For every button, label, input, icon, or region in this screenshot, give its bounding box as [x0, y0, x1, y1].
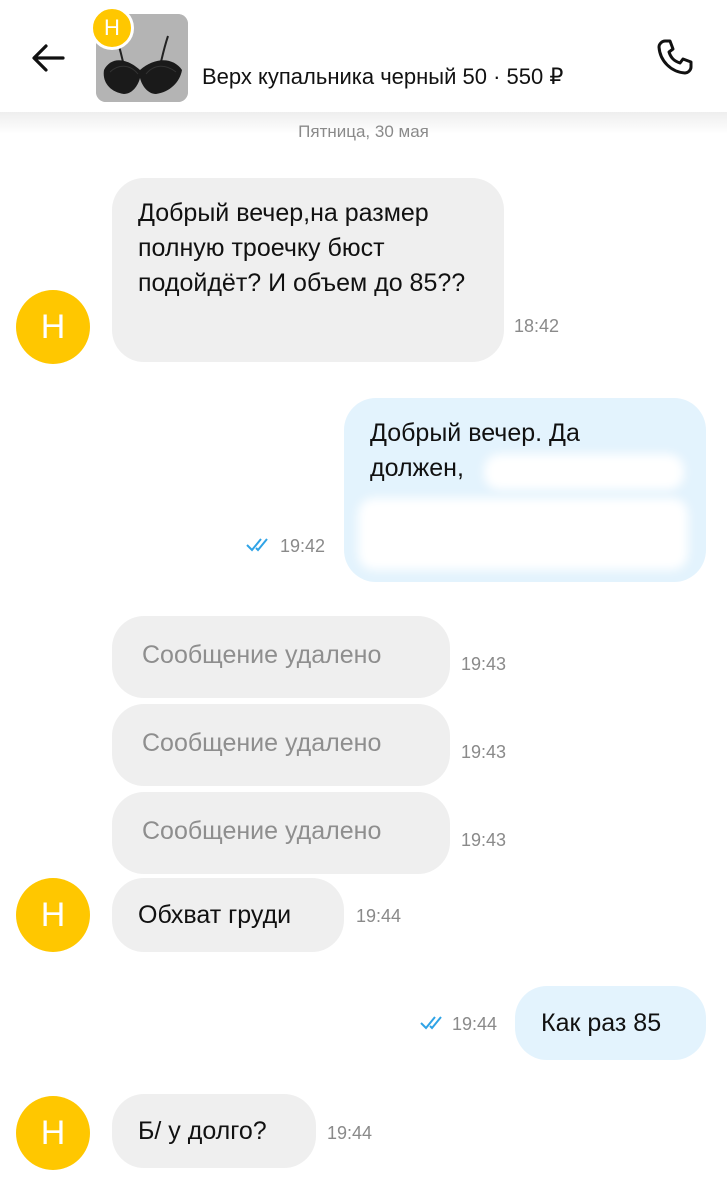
avatar[interactable]: Н [16, 290, 90, 364]
avatar[interactable]: Н [16, 1096, 90, 1170]
message-bubble-incoming[interactable]: Б/ у долго? [112, 1094, 316, 1168]
chat-header: Н Верх купальника черный 50 · 550 ₽ [0, 0, 727, 118]
arrow-left-icon [32, 44, 65, 72]
message-bubble-outgoing[interactable]: Добрый вечер. Да должен, [344, 398, 706, 582]
message-time: 19:44 [356, 906, 402, 926]
message-text: Сообщение удалено [142, 817, 382, 845]
avatar[interactable]: Н [16, 878, 90, 952]
chat-screen: Н Верх купальника черный 50 · 550 ₽ Пятн… [0, 0, 727, 1200]
double-check-icon [420, 1016, 442, 1030]
message-text: Обхват груди [138, 901, 292, 929]
message-bubble-incoming[interactable]: Обхват груди [112, 878, 344, 952]
message-time: 18:42 [514, 316, 560, 336]
redacted-text [484, 454, 684, 490]
message-time: 19:44 [452, 1014, 498, 1034]
back-button[interactable] [28, 36, 68, 80]
call-button[interactable] [652, 34, 698, 80]
message-time: 19:43 [461, 742, 507, 762]
message-time: 19:44 [327, 1123, 373, 1143]
phone-icon [657, 39, 693, 75]
listing-title[interactable]: Верх купальника черный 50 · 550 ₽ [202, 64, 563, 90]
message-text: Как раз 85 [541, 1009, 662, 1037]
deleted-message[interactable]: Сообщение удалено [112, 704, 450, 786]
message-time: 19:43 [461, 654, 507, 674]
deleted-message[interactable]: Сообщение удалено [112, 792, 450, 874]
seller-avatar-badge: Н [90, 6, 134, 50]
double-check-icon [246, 538, 268, 552]
message-text: Добрый вечер,на размер полную троечку бю… [138, 199, 466, 297]
message-text: Сообщение удалено [142, 729, 382, 757]
message-time: 19:42 [280, 536, 326, 556]
message-text: Сообщение удалено [142, 641, 382, 669]
redacted-text [358, 498, 688, 570]
message-time: 19:43 [461, 830, 507, 850]
message-text: Б/ у долго? [138, 1117, 267, 1145]
message-bubble-incoming[interactable]: Добрый вечер,на размер полную троечку бю… [112, 178, 504, 362]
deleted-message[interactable]: Сообщение удалено [112, 616, 450, 698]
message-bubble-outgoing[interactable]: Как раз 85 [515, 986, 706, 1060]
date-separator: Пятница, 30 мая [298, 122, 429, 141]
